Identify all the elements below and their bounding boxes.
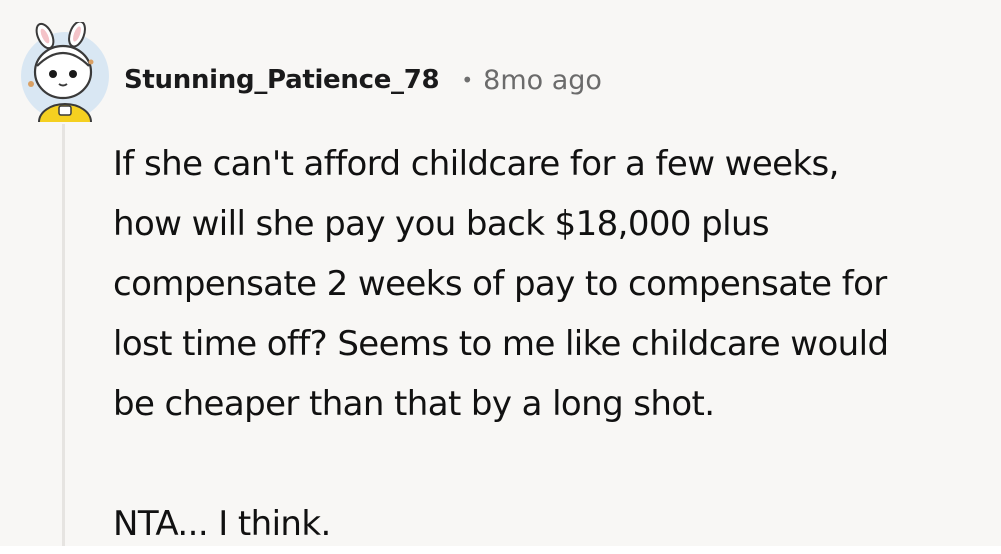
comment-header: Stunning_Patience_78 • 8mo ago [124, 58, 602, 102]
comment-body-line: If she can't afford childcare for a few … [113, 144, 839, 184]
username-link[interactable]: Stunning_Patience_78 [124, 65, 440, 95]
comment: Stunning_Patience_78 • 8mo ago If she ca… [0, 0, 1001, 546]
separator-dot: • [461, 68, 474, 92]
comment-body-line: how will she pay you back $18,000 plus [113, 204, 770, 244]
thread-line[interactable] [62, 124, 65, 546]
user-avatar-icon[interactable] [19, 22, 111, 122]
comment-closing-line: NTA... I think. [113, 504, 331, 544]
timestamp-link[interactable]: 8mo ago [483, 65, 602, 96]
comment-body-line: compensate 2 weeks of pay to compensate … [113, 264, 887, 304]
comment-body: If she can't afford childcare for a few … [113, 134, 993, 554]
comment-body-line: be cheaper than that by a long shot. [113, 384, 715, 424]
comment-body-line: lost time off? Seems to me like childcar… [113, 324, 889, 364]
